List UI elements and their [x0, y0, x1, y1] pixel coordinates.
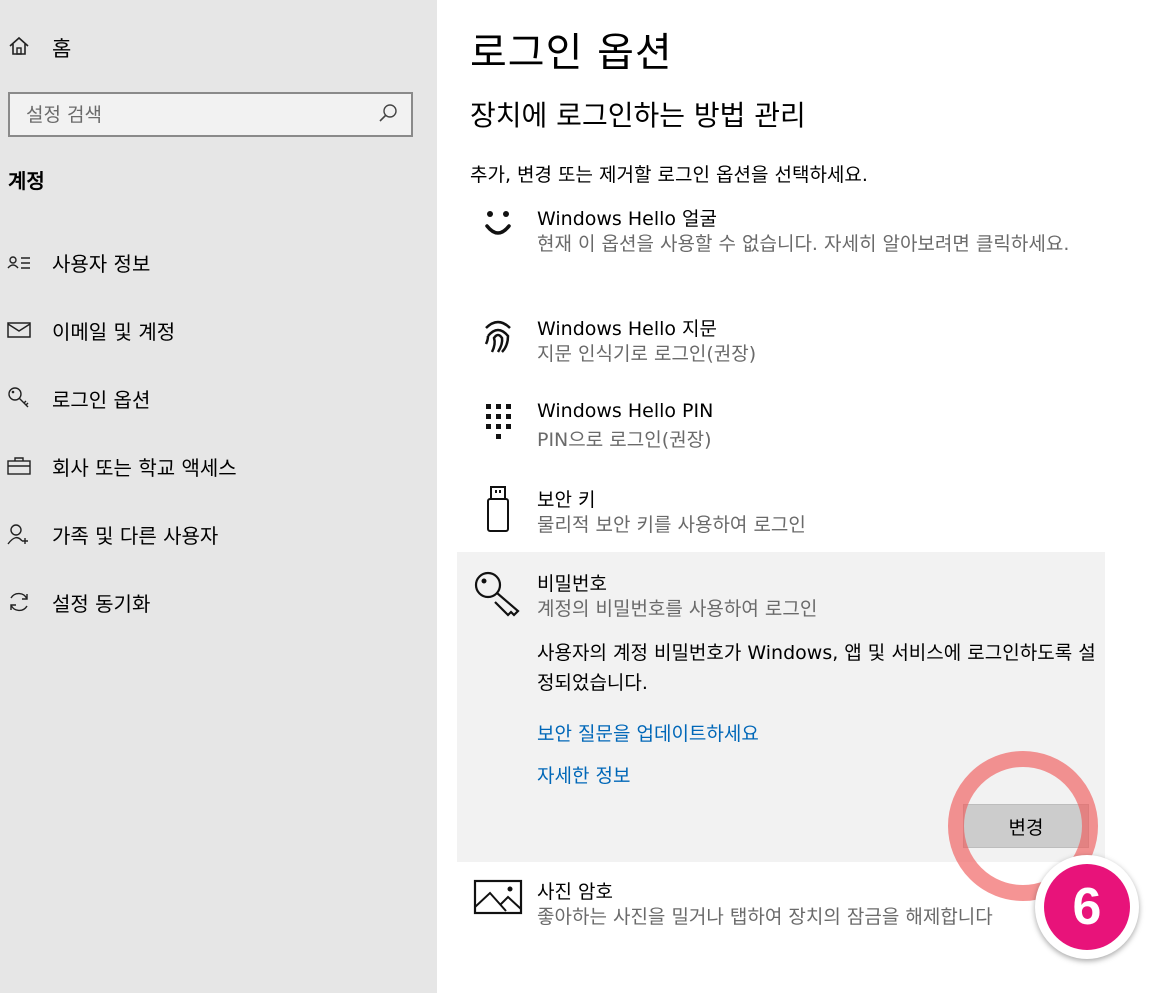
- option-title: Windows Hello 지문: [537, 318, 718, 340]
- page-description: 추가, 변경 또는 제거할 로그인 옵션을 선택하세요.: [470, 164, 868, 186]
- picture-icon: [470, 877, 526, 933]
- pin-keypad-icon: [470, 400, 526, 456]
- sidebar-item-work-school[interactable]: 회사 또는 학교 액세스: [0, 432, 437, 500]
- option-subtitle: PIN으로 로그인(권장): [537, 429, 712, 451]
- sidebar-item-label: 설정 동기화: [52, 591, 151, 616]
- key-icon: [6, 385, 32, 411]
- search-input[interactable]: [26, 103, 377, 126]
- password-info-text: 사용자의 계정 비밀번호가 Windows, 앱 및 서비스에 로그인하도록 설…: [537, 642, 1096, 694]
- fingerprint-icon: [470, 314, 526, 370]
- home-nav[interactable]: 홈: [8, 30, 71, 66]
- sidebar-nav: 사용자 정보 이메일 및 계정 로그인 옵션 회사 또는 학교 액세스 가족 및…: [0, 228, 437, 636]
- sidebar-item-sync[interactable]: 설정 동기화: [0, 568, 437, 636]
- option-title: 사진 암호: [537, 881, 613, 903]
- user-info-icon: [6, 249, 32, 275]
- option-windows-hello-pin[interactable]: Windows Hello PIN PIN으로 로그인(권장): [470, 400, 1110, 460]
- more-info-link[interactable]: 자세한 정보: [537, 761, 630, 788]
- sidebar: 홈 계정 사용자 정보 이메일 및 계정 로그인 옵션: [0, 0, 437, 993]
- page-title: 로그인 옵션: [470, 30, 673, 76]
- option-windows-hello-face[interactable]: Windows Hello 얼굴 현재 이 옵션을 사용할 수 없습니다. 자세…: [470, 204, 1110, 284]
- search-icon[interactable]: [377, 102, 399, 128]
- usb-key-icon: [470, 485, 526, 541]
- section-title-account: 계정: [8, 169, 45, 193]
- step-badge: 6: [1035, 855, 1139, 959]
- page-subtitle: 장치에 로그인하는 방법 관리: [470, 99, 806, 132]
- option-security-key[interactable]: 보안 키 물리적 보안 키를 사용하여 로그인: [470, 485, 1110, 545]
- option-title: Windows Hello PIN: [537, 400, 714, 422]
- option-windows-hello-fingerprint[interactable]: Windows Hello 지문 지문 인식기로 로그인(권장): [470, 314, 1110, 374]
- sidebar-item-family[interactable]: 가족 및 다른 사용자: [0, 500, 437, 568]
- sidebar-item-label: 회사 또는 학교 액세스: [52, 455, 237, 480]
- option-subtitle: 현재 이 옵션을 사용할 수 없습니다. 자세히 알아보려면 클릭하세요.: [537, 233, 1070, 255]
- option-title: 비밀번호: [537, 573, 607, 595]
- home-label: 홈: [52, 37, 72, 61]
- option-subtitle: 물리적 보안 키를 사용하여 로그인: [537, 514, 806, 536]
- update-security-questions-link[interactable]: 보안 질문을 업데이트하세요: [537, 719, 759, 746]
- sidebar-item-label: 가족 및 다른 사용자: [52, 523, 219, 548]
- option-title: 보안 키: [537, 489, 596, 511]
- sidebar-item-label: 이메일 및 계정: [52, 319, 176, 344]
- sidebar-item-label: 사용자 정보: [52, 251, 151, 276]
- add-user-icon: [6, 521, 32, 547]
- briefcase-icon: [6, 453, 32, 479]
- sidebar-item-email[interactable]: 이메일 및 계정: [0, 296, 437, 364]
- sync-icon: [6, 589, 32, 615]
- option-picture-password[interactable]: 사진 암호 좋아하는 사진을 밀거나 탭하여 장치의 잠금을 해제합니다: [470, 877, 1110, 937]
- option-subtitle: 좋아하는 사진을 밀거나 탭하여 장치의 잠금을 해제합니다: [537, 906, 993, 928]
- sidebar-item-sign-in-options[interactable]: 로그인 옵션: [0, 364, 437, 432]
- face-icon: [470, 204, 526, 260]
- sidebar-item-label: 로그인 옵션: [52, 387, 151, 412]
- step-number: 6: [1044, 864, 1130, 950]
- option-title: Windows Hello 얼굴: [537, 208, 718, 230]
- password-key-icon: [470, 569, 526, 625]
- option-subtitle: 계정의 비밀번호를 사용하여 로그인: [537, 598, 818, 620]
- option-password[interactable]: 비밀번호 계정의 비밀번호를 사용하여 로그인: [470, 569, 1110, 629]
- settings-search-box[interactable]: [8, 92, 413, 137]
- home-icon: [8, 35, 30, 62]
- change-password-button[interactable]: 변경: [963, 804, 1089, 848]
- mail-icon: [6, 317, 32, 343]
- sidebar-item-user-info[interactable]: 사용자 정보: [0, 228, 437, 296]
- option-subtitle: 지문 인식기로 로그인(권장): [537, 343, 757, 365]
